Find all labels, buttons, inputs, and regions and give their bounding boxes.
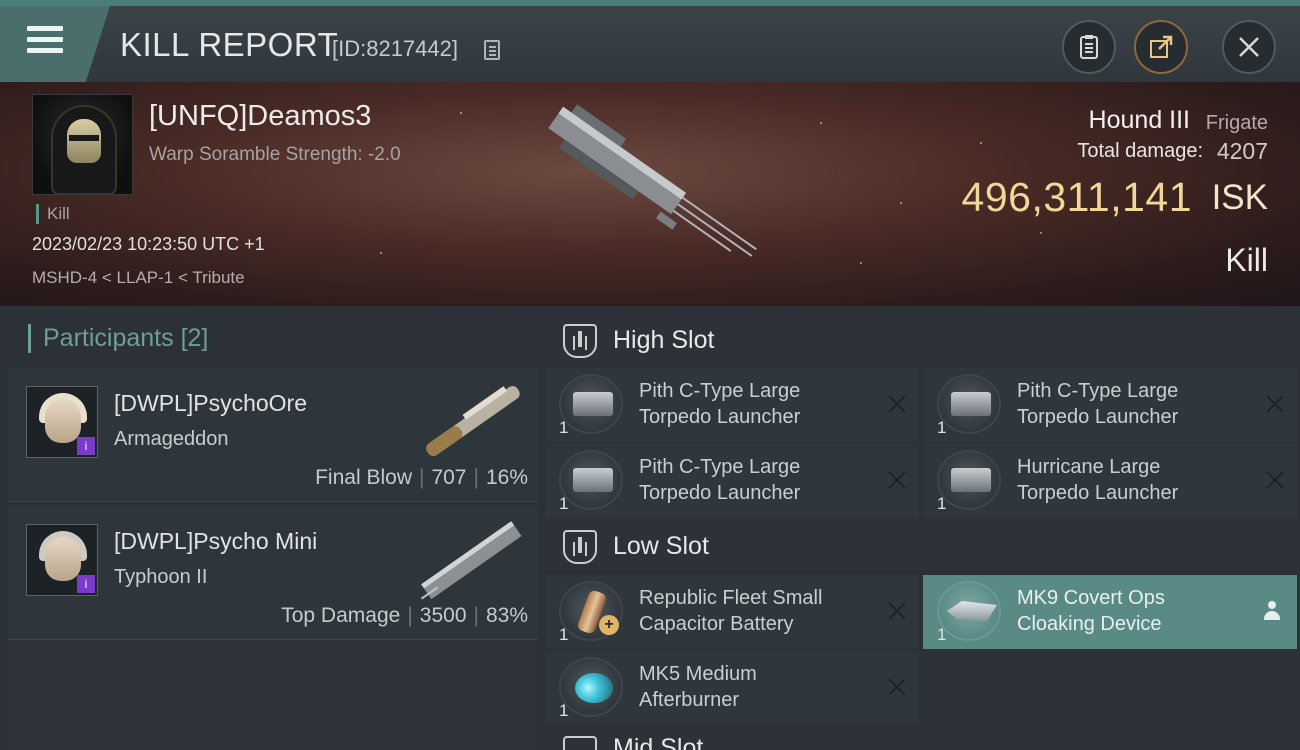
corp-badge-icon: i <box>77 575 95 593</box>
share-icon <box>1150 35 1173 58</box>
participant-ship-image <box>420 521 522 600</box>
participant-ship-image <box>426 386 520 456</box>
destroyed-icon <box>1265 394 1285 414</box>
victim-portrait[interactable] <box>32 94 133 195</box>
participant-name: [DWPL]Psycho Mini <box>114 528 318 554</box>
module-quantity: 1 <box>559 494 569 513</box>
participant-stats: Top Damage | 3500 | 83% <box>281 604 528 627</box>
module-item[interactable]: 1 Pith C-Type Large Torpedo Launcher <box>545 444 919 518</box>
destroyed-icon <box>887 677 907 697</box>
module-name: MK5 Medium Afterburner <box>639 663 757 711</box>
participants-count: [2] <box>180 324 209 352</box>
torpedo-launcher-icon <box>937 374 1001 434</box>
participant-percent: 16% <box>485 466 528 489</box>
menu-button[interactable] <box>0 6 110 82</box>
module-item[interactable]: 1 MK9 Covert Ops Cloaking Device <box>923 575 1297 649</box>
participant-ship: Armageddon <box>114 428 229 450</box>
module-name: Republic Fleet Small Capacitor Battery <box>639 587 823 635</box>
ship-class: Frigate <box>1205 112 1268 134</box>
mid-slot-header: Mid Slot <box>545 728 1300 750</box>
hamburger-icon <box>27 26 63 54</box>
close-icon <box>1239 37 1259 57</box>
participant-role: Top Damage <box>281 604 401 627</box>
module-name: Pith C-Type Large Torpedo Launcher <box>639 456 801 504</box>
torpedo-launcher-icon <box>559 450 623 510</box>
mid-slot-icon <box>563 736 597 750</box>
victim-summary: [UNFQ]Deamos3 Warp Soramble Strength: -2… <box>0 82 1300 306</box>
module-item[interactable]: 1 Hurricane Large Torpedo Launcher <box>923 444 1297 518</box>
low-slot-header: Low Slot <box>545 524 1300 570</box>
module-quantity: 1 <box>559 418 569 437</box>
module-quantity: 1 <box>937 418 947 437</box>
copy-id-icon[interactable] <box>484 40 500 60</box>
report-id: [ID:8217442] <box>332 36 458 61</box>
participant-damage: 707 <box>431 466 467 489</box>
result-label: Kill <box>1225 242 1268 278</box>
total-damage-label: Total damage: <box>1077 140 1203 162</box>
ship-name[interactable]: Hound III <box>1089 106 1190 135</box>
module-quantity: 1 <box>559 625 569 644</box>
high-slot-icon <box>563 324 597 358</box>
module-name: Hurricane Large Torpedo Launcher <box>1017 456 1179 504</box>
dropped-person-icon <box>1263 601 1281 621</box>
kill-location: MSHD-4 < LLAP-1 < Tribute <box>32 268 245 287</box>
victim-name[interactable]: [UNFQ]Deamos3 <box>149 100 371 133</box>
participant-ship: Typhoon II <box>114 566 208 588</box>
destroyed-icon <box>887 601 907 621</box>
isk-value: 496,311,141 <box>961 174 1192 220</box>
participant-stats: Final Blow | 707 | 16% <box>315 466 528 489</box>
torpedo-launcher-icon <box>937 450 1001 510</box>
module-item[interactable]: 1 Pith C-Type Large Torpedo Launcher <box>923 368 1297 442</box>
afterburner-icon <box>559 657 623 717</box>
participants-label: Participants <box>43 324 174 352</box>
slot-title: Mid Slot <box>613 736 704 750</box>
low-slot-icon <box>563 530 597 564</box>
capacitor-battery-icon: + <box>559 581 623 641</box>
corp-badge-icon: i <box>77 437 95 455</box>
participants-header: Participants [2] <box>28 324 208 353</box>
destroyed-icon <box>1265 470 1285 490</box>
module-item[interactable]: + 1 Republic Fleet Small Capacitor Batter… <box>545 575 919 649</box>
isk-label: ISK <box>1211 178 1268 217</box>
participants-empty-area <box>8 643 538 750</box>
participant-card[interactable]: i [DWPL]PsychoOre Armageddon Final Blow |… <box>8 368 538 502</box>
top-bar: KILL REPORT [ID:8217442] <box>0 0 1300 82</box>
slot-title: High Slot <box>613 326 715 354</box>
close-button[interactable] <box>1222 20 1276 74</box>
destroyed-icon <box>887 394 907 414</box>
module-item[interactable]: 1 MK5 Medium Afterburner <box>545 651 919 725</box>
high-slot-header: High Slot <box>545 318 1300 364</box>
cloaking-device-icon <box>937 581 1001 641</box>
participant-role: Final Blow <box>315 466 412 489</box>
destroyed-icon <box>887 470 907 490</box>
module-name: MK9 Covert Ops Cloaking Device <box>1017 587 1165 635</box>
clipboard-icon <box>1080 35 1098 59</box>
torpedo-launcher-icon <box>559 374 623 434</box>
slot-title: Low Slot <box>613 532 709 560</box>
total-damage-value: 4207 <box>1216 138 1268 164</box>
avatar: i <box>26 386 98 458</box>
victim-ship-image <box>548 104 757 257</box>
participant-card[interactable]: i [DWPL]Psycho Mini Typhoon II Top Damag… <box>8 506 538 640</box>
participant-percent: 83% <box>485 604 528 627</box>
module-quantity: 1 <box>559 701 569 720</box>
module-item[interactable]: 1 Pith C-Type Large Torpedo Launcher <box>545 368 919 442</box>
avatar: i <box>26 524 98 596</box>
participant-damage: 3500 <box>419 604 467 627</box>
warp-scramble-strength: Warp Soramble Strength: -2.0 <box>149 144 401 165</box>
module-name: Pith C-Type Large Torpedo Launcher <box>639 380 801 428</box>
module-name: Pith C-Type Large Torpedo Launcher <box>1017 380 1179 428</box>
participant-name: [DWPL]PsychoOre <box>114 390 307 416</box>
kill-timestamp: 2023/02/23 10:23:50 UTC +1 <box>32 234 265 254</box>
module-quantity: 1 <box>937 494 947 513</box>
kill-tag: Kill <box>36 204 70 224</box>
page-title: KILL REPORT <box>120 26 339 63</box>
module-quantity: 1 <box>937 625 947 644</box>
share-button[interactable] <box>1134 20 1188 74</box>
clipboard-button[interactable] <box>1062 20 1116 74</box>
